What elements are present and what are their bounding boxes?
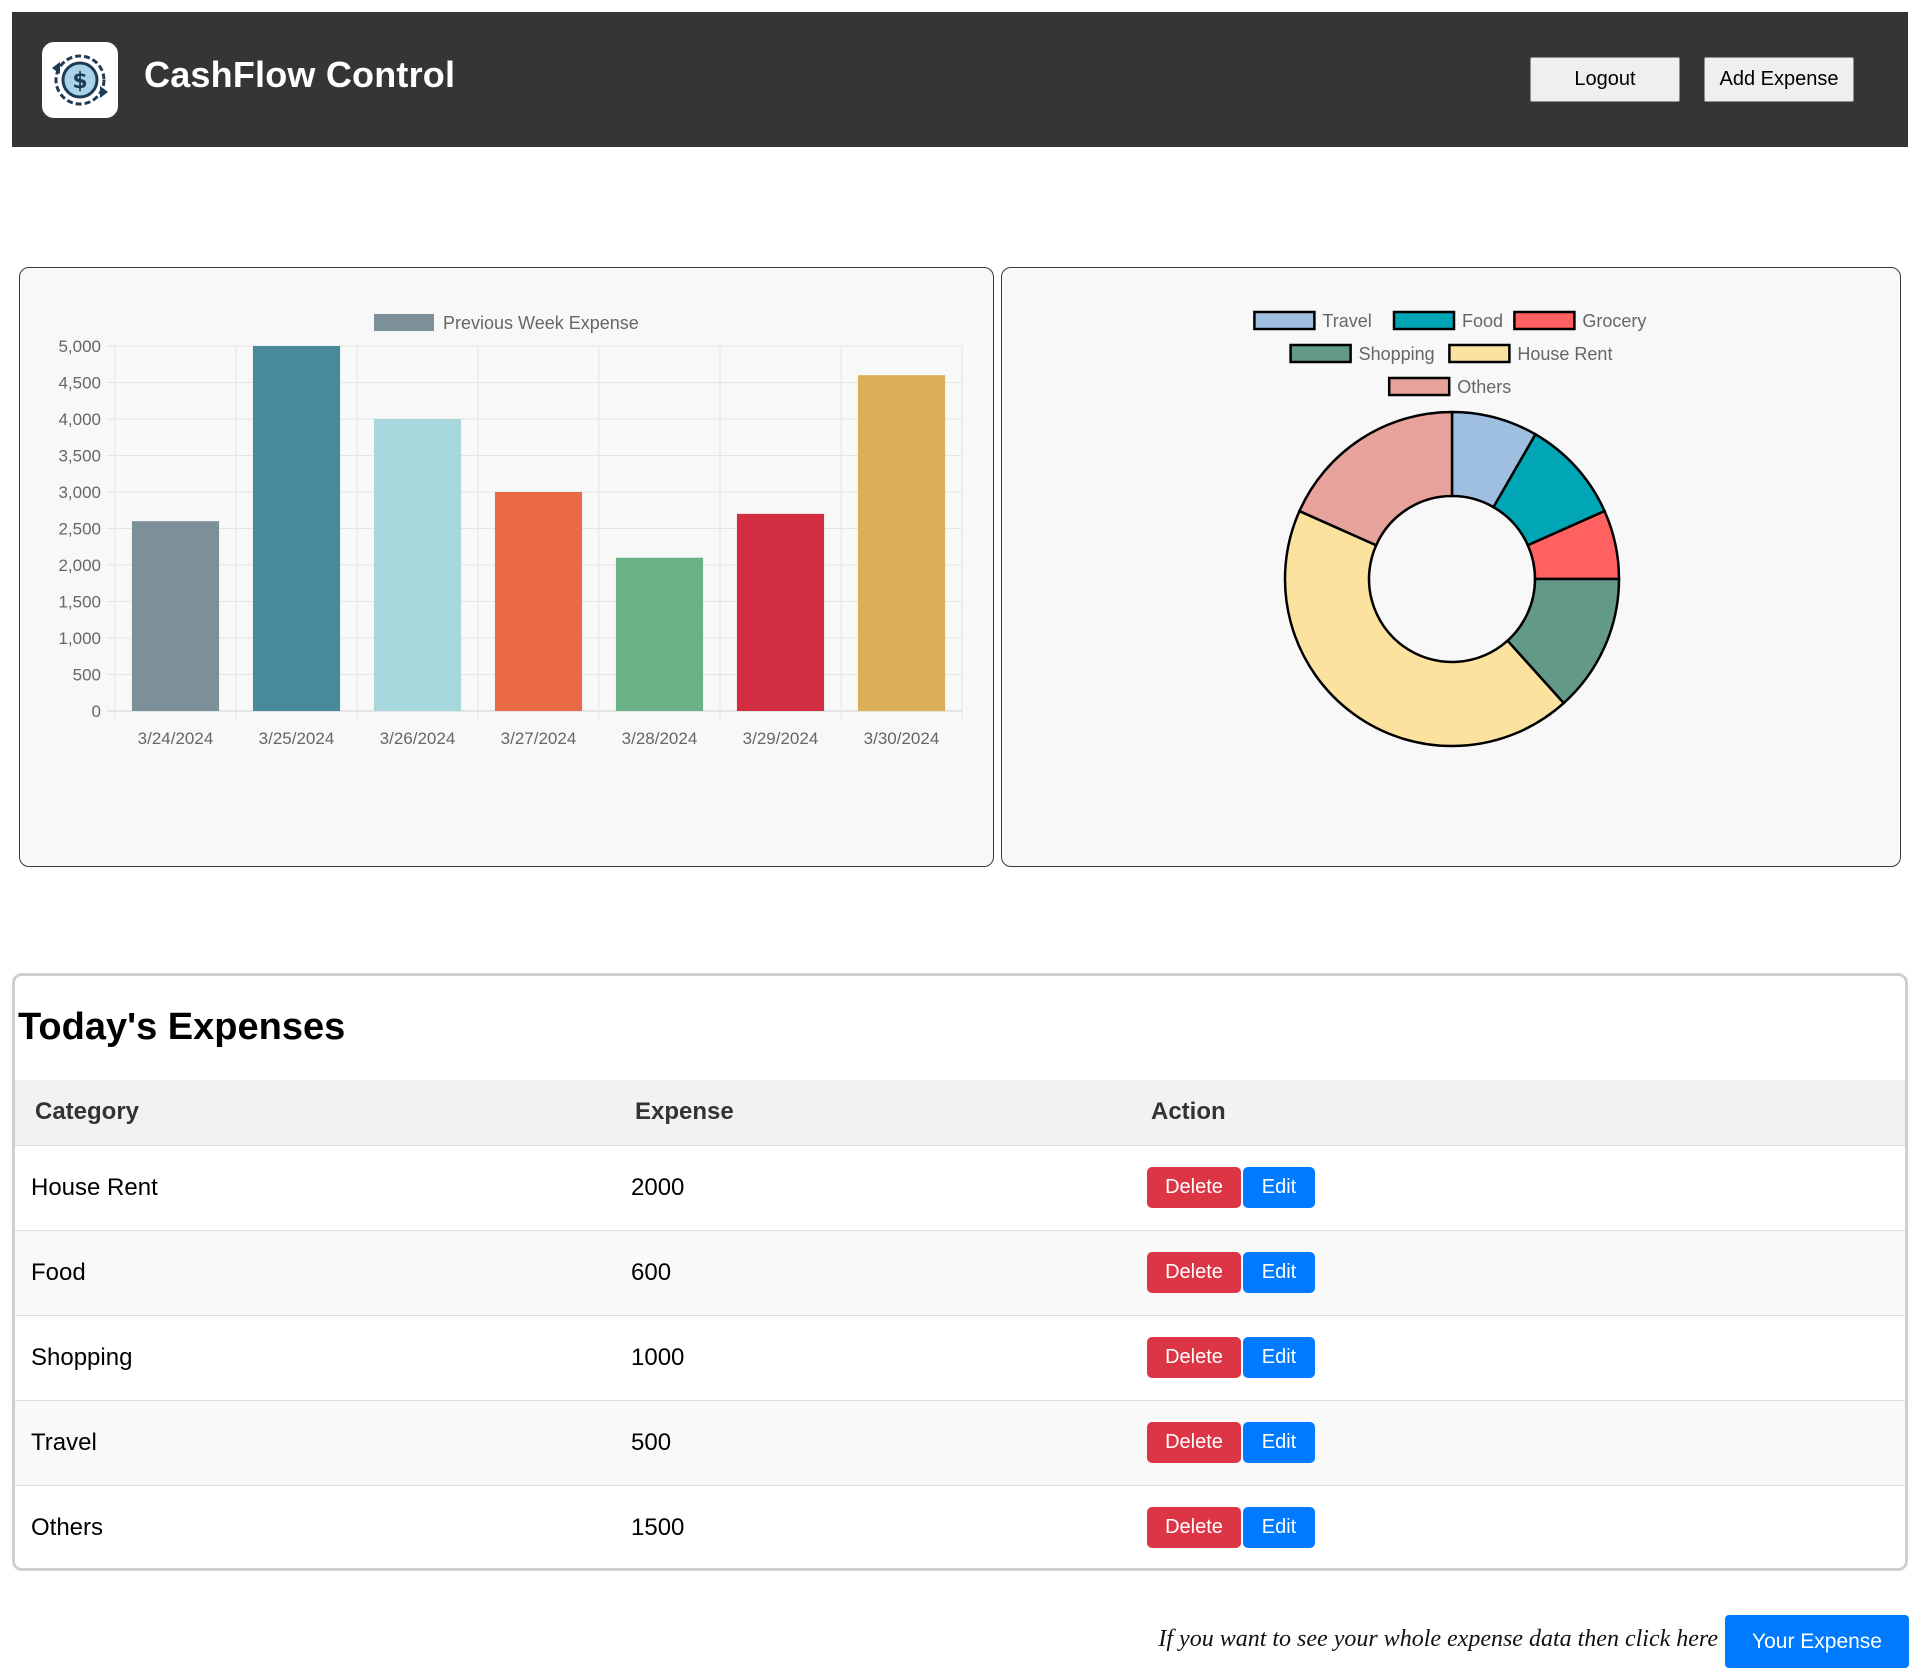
weekly-expense-bar-chart: Previous Week Expense 0 500 1,000 1,500 2,00… [58,313,963,748]
full-expense-hint: If you want to see your whole expense da… [1158,1626,1718,1652]
y-tick-label: 1,500 [58,593,101,612]
category-donut-chart: Travel Food Grocery Shopping House Rent Other… [1253,310,1646,748]
y-tick-label: 0 [92,702,101,721]
category-donut-chart-card: Travel Food Grocery Shopping House Rent Other… [1001,267,1901,867]
y-tick-label: 2,000 [58,556,101,575]
bar-3/26/2024[interactable] [373,419,462,711]
delete-button[interactable]: Delete [1147,1337,1241,1378]
weekly-bar-chart-card: Previous Week Expense 0 500 1,000 1,500 2,00… [19,267,994,867]
bar-3/30/2024[interactable] [857,375,946,711]
table-row: Shopping 1000 Delete Edit [15,1315,1905,1401]
svg-text:$: $ [72,69,87,94]
app-title: CashFlow Control [144,54,456,95]
x-tick-label: 3/30/2024 [864,729,940,748]
edit-button[interactable]: Edit [1243,1167,1315,1208]
row-category: Others [31,1513,104,1541]
y-tick-label: 5,000 [58,337,101,356]
delete-button[interactable]: Delete [1147,1422,1241,1463]
legend-swatch-travel[interactable] [1253,310,1316,331]
bar-3/24/2024[interactable] [131,521,220,711]
edit-button[interactable]: Edit [1243,1507,1315,1549]
legend-swatch-others[interactable] [1387,376,1451,397]
row-actions: Delete Edit [1131,1145,1905,1231]
bar-3/28/2024[interactable] [615,557,704,711]
row-actions: Delete Edit [1131,1315,1905,1401]
x-tick-label: 3/29/2024 [743,729,819,748]
legend-swatch-grocery[interactable] [1513,310,1576,331]
legend-label: Grocery [1582,311,1646,331]
y-tick-label: 2,500 [58,520,101,539]
row-actions: Delete Edit [1131,1400,1905,1486]
bar-3/25/2024[interactable] [252,346,341,711]
row-actions: Delete Edit [1131,1485,1905,1568]
top-navbar: $ CashFlow Control Logout Add Expense [12,12,1908,147]
legend-label: House Rent [1517,344,1612,364]
legend-swatch-shopping[interactable] [1289,343,1352,364]
x-tick-label: 3/25/2024 [259,729,335,748]
delete-button[interactable]: Delete [1147,1167,1241,1208]
row-actions: Delete Edit [1131,1230,1905,1316]
y-tick-label: 3,000 [58,483,101,502]
bar-3/27/2024[interactable] [494,492,583,711]
delete-button[interactable]: Delete [1147,1507,1241,1549]
table-row: Others 1500 Delete Edit [15,1485,1905,1568]
y-tick-label: 500 [73,666,101,685]
table-row: House Rent 2000 Delete Edit [15,1145,1905,1231]
legend-label: Shopping [1359,344,1435,364]
cashflow-logo-icon: $ [42,42,118,118]
x-tick-label: 3/27/2024 [501,729,577,748]
column-header-expense: Expense [615,1080,1131,1146]
logout-button[interactable]: Logout [1530,57,1680,102]
column-header-action: Action [1131,1080,1905,1146]
row-category: Food [15,1230,615,1316]
y-tick-label: 3,500 [58,447,101,466]
todays-expenses-panel: Today's Expenses Category Expense Action… [12,973,1908,1571]
legend-label: Others [1457,377,1511,397]
edit-button[interactable]: Edit [1243,1252,1315,1293]
edit-button[interactable]: Edit [1243,1422,1315,1463]
expenses-table: Category Expense Action House Rent 2000 … [15,1080,1905,1568]
y-tick-label: 1,000 [58,629,101,648]
add-expense-button[interactable]: Add Expense [1704,57,1854,102]
row-expense: 2000 [615,1145,1131,1231]
table-row: Travel 500 Delete Edit [15,1400,1905,1486]
row-category: Travel [15,1400,615,1486]
x-tick-label: 3/24/2024 [138,729,214,748]
table-header-row: Category Expense Action [15,1080,1905,1146]
table-row: Food 600 Delete Edit [15,1230,1905,1316]
legend-swatch-food[interactable] [1392,310,1456,331]
legend-label: Travel [1322,311,1371,331]
row-category: House Rent [15,1145,615,1231]
your-expense-button[interactable]: Your Expense [1725,1615,1909,1668]
row-expense: 600 [615,1230,1131,1316]
row-expense: 1000 [615,1315,1131,1401]
bar-3/29/2024[interactable] [736,513,825,711]
row-expense: 500 [615,1400,1131,1486]
column-header-category: Category [15,1080,615,1146]
x-tick-label: 3/28/2024 [622,729,698,748]
legend-swatch-house-rent[interactable] [1448,343,1511,364]
todays-expenses-title: Today's Expenses [18,1006,346,1048]
row-category: Shopping [15,1315,615,1401]
bar-legend-label: Previous Week Expense [443,313,639,333]
y-tick-label: 4,000 [58,410,101,429]
delete-button[interactable]: Delete [1147,1252,1241,1293]
edit-button[interactable]: Edit [1243,1337,1315,1378]
legend-label: Food [1462,311,1503,331]
row-expense: 1500 [631,1513,685,1541]
x-tick-label: 3/26/2024 [380,729,456,748]
y-tick-label: 4,500 [58,374,101,393]
bar-legend-swatch [374,314,434,331]
